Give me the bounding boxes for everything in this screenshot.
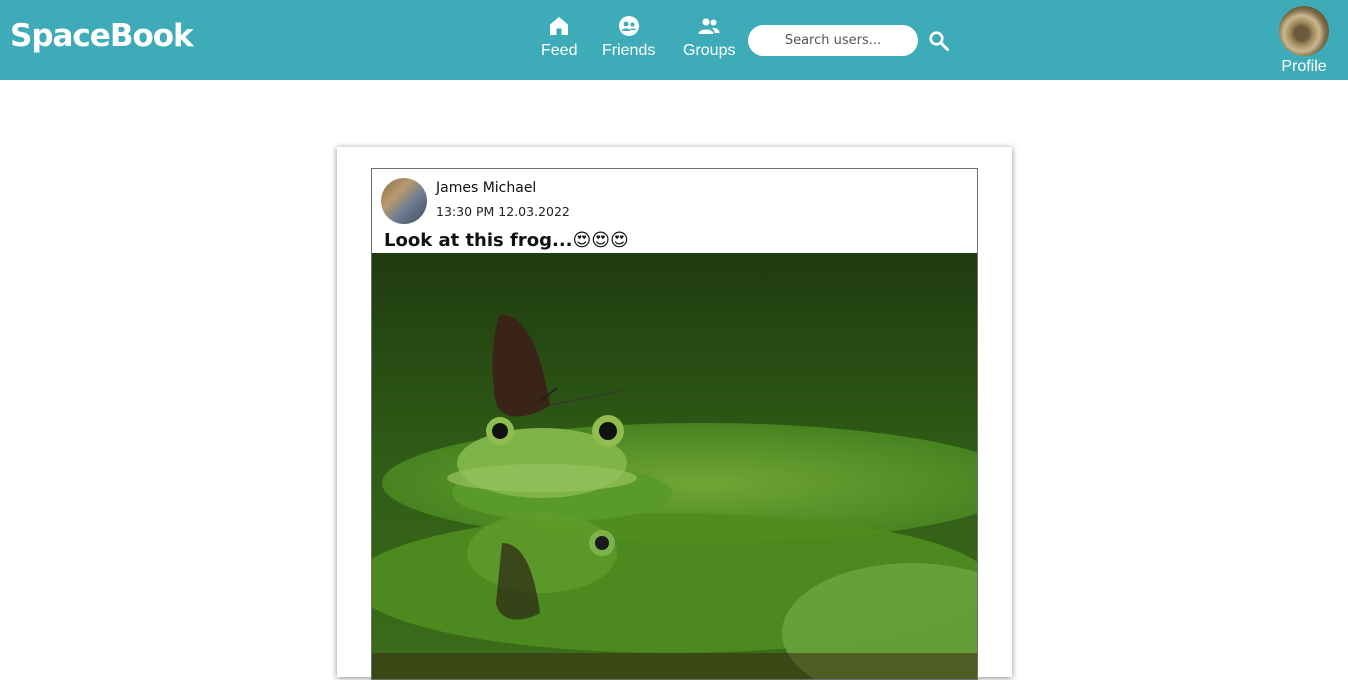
feed-card: James Michael 13:30 PM 12.03.2022 Look a… [337,147,1012,680]
groups-icon [698,18,720,34]
nav-groups-label: Groups [683,42,736,59]
profile-avatar [1279,6,1329,56]
nav-profile[interactable]: Profile [1278,6,1330,76]
nav-feed[interactable]: Feed [541,14,577,60]
nav-groups[interactable]: Groups [683,14,735,60]
top-navigation-bar: SpaceBook Feed Friends Groups Pro [0,0,1348,80]
post-author-name[interactable]: James Michael [436,180,536,196]
app-logo[interactable]: SpaceBook [10,18,194,54]
home-icon [550,17,569,35]
friends-icon [618,16,639,36]
nav-feed-label: Feed [541,42,578,59]
post-author-avatar[interactable] [381,178,427,224]
post-image[interactable] [372,253,977,679]
search-icon[interactable] [927,29,951,53]
post: James Michael 13:30 PM 12.03.2022 Look a… [371,168,978,680]
nav-friends[interactable]: Friends [602,14,655,60]
nav-friends-label: Friends [602,42,656,59]
post-timestamp: 13:30 PM 12.03.2022 [436,204,570,219]
nav-profile-label: Profile [1281,58,1327,75]
post-text: Look at this frog...😍😍😍 [384,230,629,251]
search-input[interactable] [748,25,918,56]
